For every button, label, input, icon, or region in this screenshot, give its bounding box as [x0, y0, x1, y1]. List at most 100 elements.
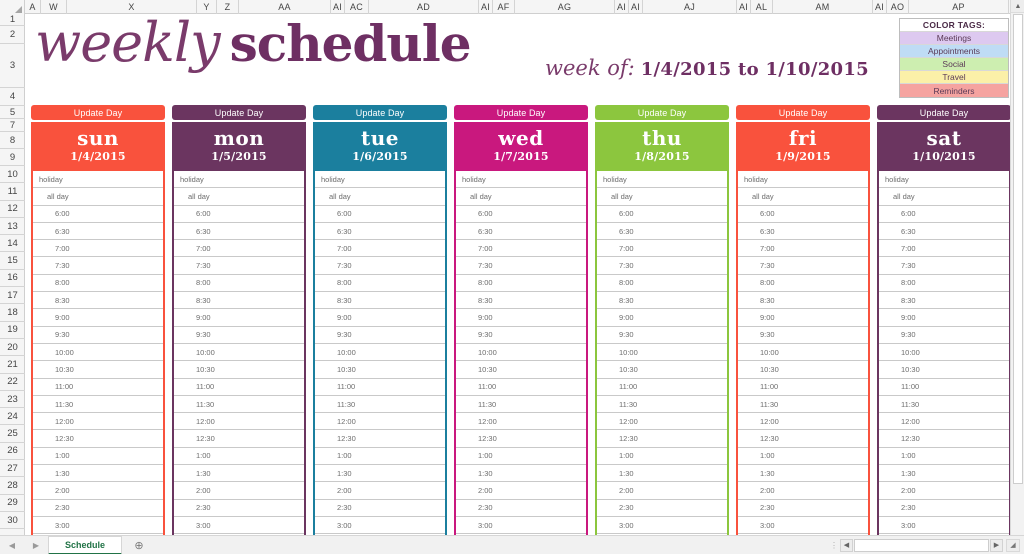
slot-12-30-wed[interactable]: 12:30	[456, 430, 586, 448]
slot-7-00-fri[interactable]: 7:00	[738, 240, 868, 258]
slot-6-00-tue[interactable]: 6:00	[315, 205, 445, 223]
slot-holiday-fri[interactable]: holiday	[738, 171, 868, 189]
slot-8-30-sun[interactable]: 8:30	[33, 292, 163, 310]
row-header-25[interactable]: 25	[0, 425, 25, 443]
row-header-1[interactable]: 1	[0, 14, 25, 26]
slot-7-30-fri[interactable]: 7:30	[738, 257, 868, 275]
slot-7-30-sat[interactable]: 7:30	[879, 257, 1009, 275]
slot-7-00-tue[interactable]: 7:00	[315, 240, 445, 258]
resize-corner-icon[interactable]: ◢	[1006, 538, 1020, 552]
slot-all-day-tue[interactable]: all day	[315, 188, 445, 206]
row-header-10[interactable]: 10	[0, 166, 25, 184]
row-header-30[interactable]: 30	[0, 512, 25, 530]
slot-6-30-thu[interactable]: 6:30	[597, 222, 727, 241]
update-day-button-wed[interactable]: Update Day	[454, 105, 588, 120]
slot-2-00-sat[interactable]: 2:00	[879, 482, 1009, 500]
column-header-ai-9[interactable]: AI	[479, 0, 493, 14]
slot-2-30-tue[interactable]: 2:30	[315, 499, 445, 517]
column-header-ag-11[interactable]: AG	[515, 0, 615, 14]
row-header-26[interactable]: 26	[0, 443, 25, 461]
column-header-y-3[interactable]: Y	[197, 0, 217, 14]
row-header-28[interactable]: 28	[0, 477, 25, 495]
slot-12-30-tue[interactable]: 12:30	[315, 430, 445, 448]
slot-6-00-sun[interactable]: 6:00	[33, 205, 163, 223]
slot-8-30-sat[interactable]: 8:30	[879, 292, 1009, 310]
slot-8-00-sun[interactable]: 8:00	[33, 274, 163, 293]
horizontal-scroll-thumb[interactable]	[854, 538, 989, 552]
slot-6-30-mon[interactable]: 6:30	[174, 222, 304, 241]
slot-7-00-thu[interactable]: 7:00	[597, 240, 727, 258]
slot-11-00-thu[interactable]: 11:00	[597, 378, 727, 396]
slot-8-00-tue[interactable]: 8:00	[315, 274, 445, 293]
slot-9-30-tue[interactable]: 9:30	[315, 326, 445, 344]
add-sheet-icon[interactable]: ⊕	[122, 536, 156, 554]
slot-10-30-fri[interactable]: 10:30	[738, 361, 868, 379]
slot-all-day-mon[interactable]: all day	[174, 188, 304, 206]
slot-2-00-mon[interactable]: 2:00	[174, 482, 304, 500]
row-header-2[interactable]: 2	[0, 26, 25, 44]
slot-10-00-sun[interactable]: 10:00	[33, 343, 163, 362]
slot-1-30-fri[interactable]: 1:30	[738, 465, 868, 483]
slot-3-00-sat[interactable]: 3:00	[879, 516, 1009, 535]
worksheet-canvas[interactable]: weekly schedule week of: 1/4/2015 to 1/1…	[25, 14, 1010, 535]
slot-12-00-wed[interactable]: 12:00	[456, 413, 586, 431]
slot-11-00-fri[interactable]: 11:00	[738, 378, 868, 396]
slot-7-30-sun[interactable]: 7:30	[33, 257, 163, 275]
column-header-ai-6[interactable]: AI	[331, 0, 345, 14]
column-header-a-0[interactable]: A	[25, 0, 41, 14]
slot-9-30-sat[interactable]: 9:30	[879, 326, 1009, 344]
slot-1-00-fri[interactable]: 1:00	[738, 447, 868, 466]
slot-8-30-thu[interactable]: 8:30	[597, 292, 727, 310]
slot-7-30-wed[interactable]: 7:30	[456, 257, 586, 275]
column-header-w-1[interactable]: W	[41, 0, 67, 14]
column-header-ai-13[interactable]: AI	[629, 0, 643, 14]
row-header-29[interactable]: 29	[0, 495, 25, 512]
slot-11-00-sun[interactable]: 11:00	[33, 378, 163, 396]
slot-1-00-tue[interactable]: 1:00	[315, 447, 445, 466]
slot-2-30-sat[interactable]: 2:30	[879, 499, 1009, 517]
row-header-9[interactable]: 9	[0, 149, 25, 166]
row-header-5[interactable]: 5	[0, 106, 25, 119]
column-header-al-16[interactable]: AL	[751, 0, 773, 14]
slot-holiday-tue[interactable]: holiday	[315, 171, 445, 189]
slot-holiday-sat[interactable]: holiday	[879, 171, 1009, 189]
row-header-14[interactable]: 14	[0, 235, 25, 253]
slot-6-00-fri[interactable]: 6:00	[738, 205, 868, 223]
column-header-af-10[interactable]: AF	[493, 0, 515, 14]
slot-1-00-sat[interactable]: 1:00	[879, 447, 1009, 466]
slot-1-00-wed[interactable]: 1:00	[456, 447, 586, 466]
slot-9-00-wed[interactable]: 9:00	[456, 309, 586, 327]
row-header-24[interactable]: 24	[0, 408, 25, 426]
row-header-23[interactable]: 23	[0, 391, 25, 409]
row-header-8[interactable]: 8	[0, 132, 25, 149]
column-header-am-17[interactable]: AM	[773, 0, 873, 14]
slot-9-00-tue[interactable]: 9:00	[315, 309, 445, 327]
slot-10-00-wed[interactable]: 10:00	[456, 343, 586, 362]
slot-10-30-tue[interactable]: 10:30	[315, 361, 445, 379]
slot-3-00-wed[interactable]: 3:00	[456, 516, 586, 535]
row-header-19[interactable]: 19	[0, 322, 25, 339]
slot-1-30-wed[interactable]: 1:30	[456, 465, 586, 483]
slot-8-30-wed[interactable]: 8:30	[456, 292, 586, 310]
slot-2-00-tue[interactable]: 2:00	[315, 482, 445, 500]
vertical-scrollbar[interactable]: ▲	[1010, 0, 1024, 535]
sheet-tab-schedule[interactable]: Schedule	[48, 535, 123, 554]
row-header-15[interactable]: 15	[0, 252, 25, 270]
slot-8-00-wed[interactable]: 8:00	[456, 274, 586, 293]
slot-12-00-sat[interactable]: 12:00	[879, 413, 1009, 431]
sheet-prev-icon[interactable]: ◀	[9, 541, 15, 550]
row-header-11[interactable]: 11	[0, 183, 25, 201]
slot-10-30-thu[interactable]: 10:30	[597, 361, 727, 379]
slot-10-00-thu[interactable]: 10:00	[597, 343, 727, 362]
slot-12-00-sun[interactable]: 12:00	[33, 413, 163, 431]
slot-8-00-thu[interactable]: 8:00	[597, 274, 727, 293]
slot-8-30-mon[interactable]: 8:30	[174, 292, 304, 310]
slot-7-30-thu[interactable]: 7:30	[597, 257, 727, 275]
slot-12-30-fri[interactable]: 12:30	[738, 430, 868, 448]
row-header-13[interactable]: 13	[0, 218, 25, 236]
update-day-button-thu[interactable]: Update Day	[595, 105, 729, 120]
slot-9-30-thu[interactable]: 9:30	[597, 326, 727, 344]
slot-3-00-sun[interactable]: 3:00	[33, 516, 163, 535]
update-day-button-tue[interactable]: Update Day	[313, 105, 447, 120]
slot-12-30-mon[interactable]: 12:30	[174, 430, 304, 448]
